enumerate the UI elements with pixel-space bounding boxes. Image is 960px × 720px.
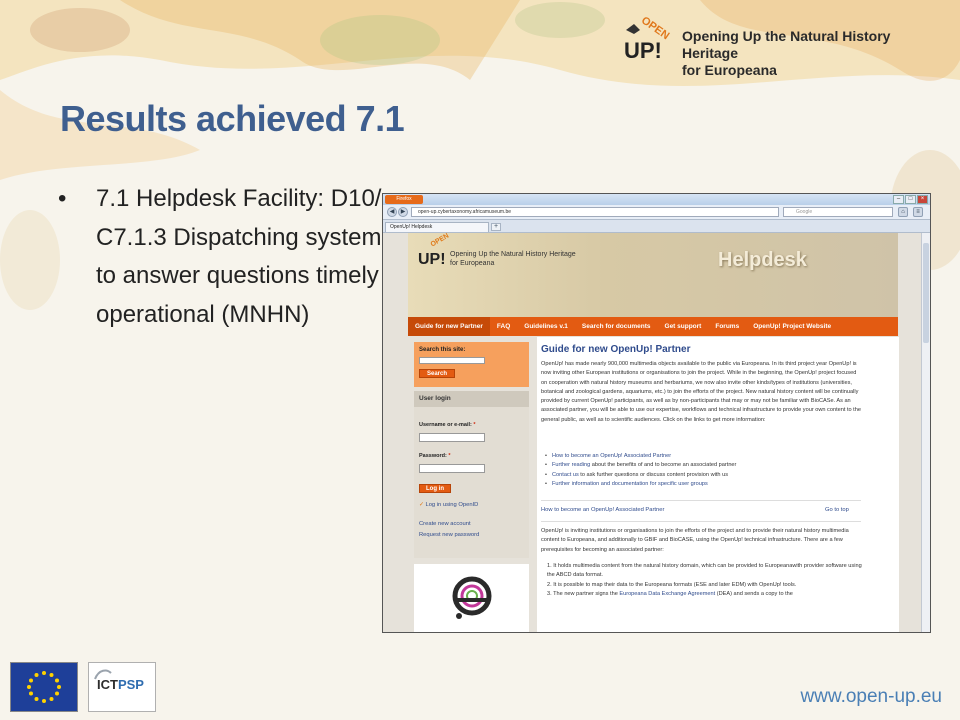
- menu-item-guide[interactable]: Guide for new Partner: [408, 317, 490, 336]
- close-icon[interactable]: ×: [917, 195, 928, 204]
- ictpsp-logo: ICTPSP: [88, 662, 156, 712]
- username-label: Username or e-mail: *: [419, 422, 476, 428]
- browser-navbar: ◀ ▶ open-up.cybertaxonomy.africamuseum.b…: [383, 205, 930, 220]
- helpdesk-logo-open: OPEN: [429, 232, 451, 249]
- prerequisites-list: 1. It holds multimedia content from the …: [547, 562, 863, 599]
- numbered-item: 1. It holds multimedia content from the …: [547, 563, 862, 579]
- web-page: OPEN UP! Opening Up the Natural History …: [383, 233, 921, 632]
- svg-text:UP!: UP!: [624, 38, 662, 63]
- ictpsp-wordmark: ICTPSP: [97, 677, 144, 692]
- search-input[interactable]: Google: [783, 207, 893, 217]
- menu-item-faq[interactable]: FAQ: [490, 317, 517, 336]
- menu-item-guidelines[interactable]: Guidelines v.1: [517, 317, 575, 336]
- europeana-e-icon: [452, 576, 492, 619]
- menu-item-project-website[interactable]: OpenUp! Project Website: [746, 317, 838, 336]
- list-item: Further reading about the benefits of an…: [545, 461, 865, 471]
- list-link[interactable]: How to become an OpenUp! Associated Part…: [552, 453, 671, 459]
- helpdesk-logo-text: Opening Up the Natural History Heritage …: [450, 250, 576, 268]
- list-link[interactable]: Further information and documentation fo…: [552, 481, 708, 487]
- section-link[interactable]: How to become an OpenUp! Associated Part…: [541, 507, 664, 513]
- forward-icon[interactable]: ▶: [398, 207, 408, 217]
- bullet-marker: •: [58, 185, 67, 212]
- site-search-input[interactable]: [419, 357, 485, 364]
- logo-line1: Opening Up the Natural History Heritage: [682, 28, 891, 61]
- goto-top-link[interactable]: Go to top: [825, 507, 849, 513]
- maximize-icon[interactable]: □: [905, 195, 916, 204]
- address-bar[interactable]: open-up.cybertaxonomy.africamuseum.be: [411, 207, 779, 217]
- menu-item-forums[interactable]: Forums: [708, 317, 746, 336]
- helpdesk-header: OPEN UP! Opening Up the Natural History …: [408, 233, 898, 317]
- firefox-menu-button[interactable]: Firefox: [385, 195, 423, 204]
- user-login-header: User login: [414, 391, 529, 407]
- divider: [541, 500, 861, 501]
- search-label: Search this site:: [419, 347, 466, 353]
- list-item: How to become an OpenUp! Associated Part…: [545, 452, 865, 462]
- helpdesk-menu: Guide for new Partner FAQ Guidelines v.1…: [408, 317, 898, 336]
- openup-logo: OPEN UP! Opening Up the Natural History …: [620, 12, 950, 78]
- bookmarks-icon[interactable]: ≡: [913, 207, 923, 217]
- main-content: Guide for new OpenUp! Partner OpenUp! ha…: [537, 337, 899, 632]
- openid-icon: ✓: [419, 502, 424, 508]
- content-title: Guide for new OpenUp! Partner: [541, 344, 691, 355]
- new-tab-button[interactable]: +: [491, 223, 501, 231]
- intro-paragraph: OpenUp! has made nearly 900,000 multimed…: [541, 361, 861, 423]
- browser-screenshot: Firefox – □ × ◀ ▶ open-up.cybertaxonomy.…: [382, 193, 931, 633]
- website-url: www.open-up.eu: [800, 686, 942, 707]
- home-icon[interactable]: ⌂: [898, 207, 908, 217]
- info-link-list: How to become an OpenUp! Associated Part…: [545, 452, 865, 489]
- eu-stars-icon: [27, 671, 61, 703]
- openid-link[interactable]: ✓ Log in using OpenID: [419, 502, 478, 508]
- password-field[interactable]: [419, 464, 485, 473]
- slide-title: Results achieved 7.1: [60, 98, 405, 139]
- openup-badge-icon: OPEN UP!: [624, 15, 671, 63]
- logo-line2: for Europeana: [682, 62, 777, 78]
- user-login-block: User login Username or e-mail: * Passwor…: [414, 391, 529, 558]
- numbered-item: 2. It is possible to map their data to t…: [547, 581, 797, 588]
- eu-flag-logo: [10, 662, 78, 712]
- back-icon[interactable]: ◀: [387, 207, 397, 217]
- second-paragraph: OpenUp! is inviting institutions or orga…: [541, 528, 849, 553]
- create-account-link[interactable]: Create new account: [419, 521, 471, 527]
- list-link[interactable]: Further reading: [552, 462, 590, 468]
- list-item: Further information and documentation fo…: [545, 480, 865, 490]
- section-nav: How to become an OpenUp! Associated Part…: [541, 507, 861, 513]
- browser-titlebar: Firefox – □ ×: [383, 194, 930, 205]
- list-link[interactable]: Contact us: [552, 472, 579, 478]
- helpdesk-logo-line1: Opening Up the Natural History Heritage: [450, 251, 576, 258]
- helpdesk-banner-title: Helpdesk: [718, 249, 807, 271]
- minimize-icon[interactable]: –: [893, 195, 904, 204]
- browser-tabbar: OpenUp! Helpdesk +: [383, 220, 930, 233]
- europeana-wordmark: europeana: [414, 631, 529, 632]
- username-field[interactable]: [419, 433, 485, 442]
- divider: [541, 521, 861, 522]
- tab-helpdesk[interactable]: OpenUp! Helpdesk: [385, 222, 489, 232]
- europeana-logo: europeana: [414, 564, 529, 632]
- request-password-link[interactable]: Request new password: [419, 532, 479, 538]
- menu-item-search-documents[interactable]: Search for documents: [575, 317, 658, 336]
- bullet-text: 7.1 Helpdesk Facility: D10/ C7.1.3 Dispa…: [96, 185, 382, 328]
- login-button[interactable]: Log in: [419, 484, 451, 493]
- helpdesk-logo-line2: for Europeana: [450, 260, 495, 267]
- menu-item-get-support[interactable]: Get support: [658, 317, 709, 336]
- page-scrollbar[interactable]: [921, 233, 930, 632]
- password-label: Password: *: [419, 453, 451, 459]
- list-item: Contact us to ask further questions or d…: [545, 471, 865, 481]
- helpdesk-logo-up: UP!: [418, 251, 446, 268]
- dea-link[interactable]: Europeana Data Exchange Agreement: [619, 591, 715, 597]
- site-search-block: Search this site: Search: [414, 342, 529, 387]
- numbered-item: 3. The new partner signs the Europeana D…: [547, 590, 793, 597]
- search-button[interactable]: Search: [419, 369, 455, 378]
- scrollbar-thumb[interactable]: [923, 243, 929, 343]
